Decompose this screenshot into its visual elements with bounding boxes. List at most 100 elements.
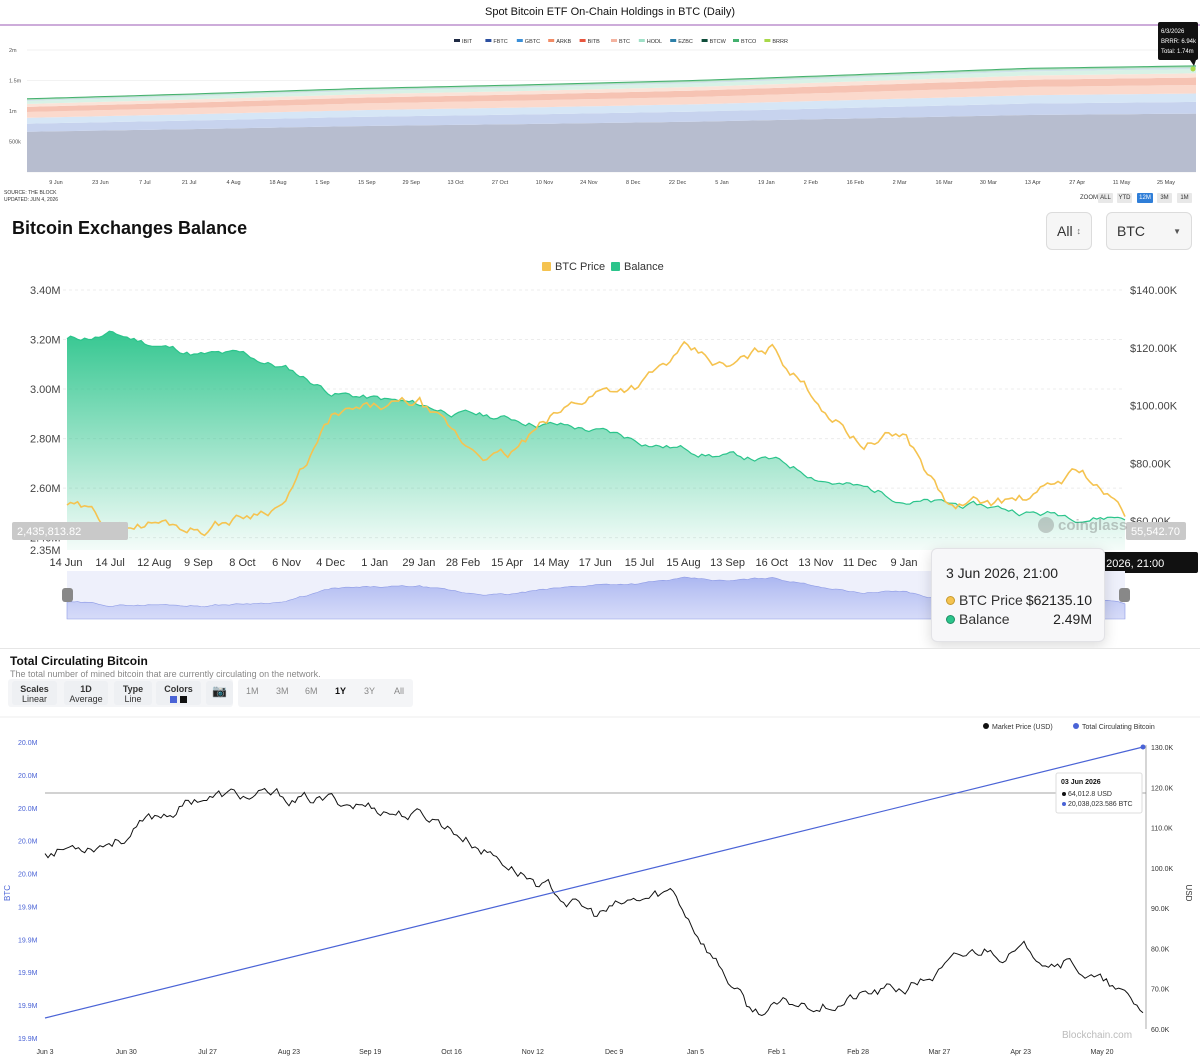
circ-right-tick: 110.0K [1151, 826, 1173, 833]
exchange-x-tick: 14 May [533, 557, 570, 569]
circulating-supply-line [44, 746, 1144, 1019]
etf-legend-label-ibit[interactable]: IBIT [462, 39, 473, 45]
etf-x-tick: 7 Jul [139, 180, 151, 186]
circ-left-tick: 19.9M [18, 1003, 38, 1010]
etf-x-tick: 15 Sep [358, 180, 375, 186]
legend-label-market-price[interactable]: Market Price (USD) [992, 724, 1053, 731]
etf-legend-swatch-btc [611, 39, 617, 42]
etf-x-tick: 1 Sep [315, 180, 329, 186]
legend-label-balance[interactable]: Balance [624, 261, 664, 273]
exchange-left-tick: 3.40M [30, 285, 61, 297]
etf-tooltip-marker [1190, 66, 1196, 72]
legend-label-supply[interactable]: Total Circulating Bitcoin [1082, 724, 1155, 731]
etf-legend-label-btcw[interactable]: BTCW [710, 39, 727, 45]
zoom-ytd-button[interactable]: YTD [1117, 193, 1132, 203]
exchange-x-tick: 9 Jan [891, 557, 918, 569]
etf-legend-label-brrr[interactable]: BRRR [772, 39, 788, 45]
etf-legend-label-gbtc[interactable]: GBTC [525, 39, 540, 45]
navigator-right-handle[interactable] [1119, 588, 1130, 602]
etf-stacked-areas [26, 65, 1197, 172]
etf-legend-label-fbtc[interactable]: FBTC [493, 39, 507, 45]
circ-x-tick: Sep 19 [359, 1049, 381, 1056]
exchange-right-tick: $100.00K [1130, 401, 1178, 413]
exchange-left-tick: 2.60M [30, 483, 61, 495]
etf-legend-swatch-btcw [701, 39, 708, 42]
circ-x-tick: Jan 5 [687, 1049, 704, 1056]
etf-tooltip-total: Total: 1.74m [1161, 49, 1194, 55]
exchange-x-tick: 12 Aug [137, 557, 171, 569]
etf-legend-label-hodl[interactable]: HODL [647, 39, 662, 45]
etf-x-tick: 21 Jul [182, 180, 197, 186]
etf-x-tick: 8 Dec [626, 180, 641, 186]
etf-x-tick: 24 Nov [580, 180, 598, 186]
circ-left-tick: 19.9M [18, 1036, 38, 1043]
exchange-left-tick: 3.00M [30, 384, 61, 396]
etf-legend-swatch-ibit [454, 39, 460, 42]
etf-x-tick: 2 Feb [804, 180, 818, 186]
circ-left-tick: 20.0M [18, 872, 38, 879]
exchange-x-axis: 14 Jun 14 Jul 12 Aug 9 Sep 8 Oct 6 Nov 4 Dec 1 … [49, 557, 917, 569]
exchange-x-tick: 6 Nov [272, 557, 301, 569]
caret-down-icon: ▼ [1173, 226, 1181, 236]
etf-legend-swatch-brrr [764, 39, 771, 42]
circ-x-tick: May 20 [1091, 1049, 1114, 1056]
legend-label-price[interactable]: BTC Price [555, 261, 605, 273]
etf-x-tick: 13 Oct [447, 180, 464, 186]
exchange-select[interactable]: All ↕ [1046, 212, 1092, 250]
circ-x-tick: Nov 12 [522, 1049, 544, 1056]
etf-x-tick: 10 Nov [536, 180, 554, 186]
left-axis-title: BTC [3, 885, 12, 901]
circ-x-tick: Apr 23 [1010, 1049, 1031, 1056]
exchange-x-tick: 14 Jun [49, 557, 82, 569]
etf-legend-label-btc[interactable]: BTC [619, 39, 630, 45]
circ-right-tick: 90.0K [1151, 906, 1170, 913]
exchange-select-value: All [1057, 223, 1073, 239]
legend-swatch-price [542, 262, 551, 271]
etf-legend-label-arkb[interactable]: ARKB [556, 39, 571, 45]
tooltip-balance-label: Balance [959, 611, 1010, 627]
zoom-all-button[interactable]: ALL [1098, 193, 1113, 203]
circ-right-tick: 100.0K [1151, 866, 1174, 873]
circulating-right-axis: 130.0K 120.0K 110.0K 100.0K 90.0K 80.0K 70.0K 6… [1151, 745, 1174, 1034]
exchange-right-tick: $80.00K [1130, 458, 1172, 470]
etf-y-tick: 2m [9, 48, 17, 54]
etf-x-tick: 5 Jan [715, 180, 728, 186]
etf-legend-label-btco[interactable]: BTCO [741, 39, 757, 45]
circ-x-tick: Mar 27 [928, 1049, 950, 1056]
etf-holdings-chart: Spot Bitcoin ETF On-Chain Holdings in BT… [0, 0, 1200, 207]
navigator-left-handle[interactable] [62, 588, 73, 602]
exchange-x-tick: 16 Oct [755, 557, 787, 569]
etf-x-tick: 16 Feb [847, 180, 864, 186]
date-readout: n 2026, 21:00 [1097, 558, 1164, 570]
exchange-right-tick: $120.00K [1130, 343, 1178, 355]
etf-legend-label-bitb[interactable]: BITB [588, 39, 601, 45]
exchange-x-tick: 8 Oct [229, 557, 255, 569]
tooltip-price-dot [946, 596, 955, 605]
etf-legend-swatch-btco [733, 39, 739, 42]
tooltip-price-value: $62135.10 [1025, 592, 1092, 608]
etf-y-tick: 500k [9, 140, 21, 146]
etf-chart-title: Spot Bitcoin ETF On-Chain Holdings in BT… [485, 6, 735, 18]
etf-legend-swatch-ezbc [670, 39, 677, 42]
circ-x-tick: Oct 16 [441, 1049, 462, 1056]
etf-source: SOURCE: THE BLOCK [4, 190, 57, 196]
etf-legend-swatch-arkb [548, 39, 555, 42]
exchange-x-tick: 15 Jul [625, 557, 654, 569]
zoom-12m-button[interactable]: 12M [1137, 193, 1153, 203]
circulating-legend: Market Price (USD) Total Circulating Bit… [983, 723, 1155, 731]
circulating-bitcoin-panel: Total Circulating Bitcoin The total numb… [0, 648, 1200, 1060]
exchange-legend: BTC Price Balance [542, 261, 664, 273]
zoom-3m-button[interactable]: 3M [1157, 193, 1172, 203]
tooltip-date: 3 Jun 2026, 21:00 [946, 565, 1059, 581]
exchange-x-tick: 29 Jan [402, 557, 435, 569]
etf-legend-swatch-fbtc [485, 39, 492, 42]
zoom-1m-button[interactable]: 1M [1177, 193, 1192, 203]
circ-tooltip-supply: 20,038,023.586 BTC [1068, 801, 1133, 808]
coin-select[interactable]: BTC ▼ [1106, 212, 1192, 250]
exchange-x-tick: 13 Nov [798, 557, 833, 569]
etf-legend-label-ezbc[interactable]: EZBC [678, 39, 693, 45]
etf-x-tick: 29 Sep [402, 180, 419, 186]
exchange-tooltip: 3 Jun 2026, 21:00 BTC Price $62135.10 Ba… [931, 548, 1105, 642]
etf-x-tick: 2 Mar [893, 180, 907, 186]
etf-tooltip-date: 6/3/2026 [1161, 29, 1185, 35]
